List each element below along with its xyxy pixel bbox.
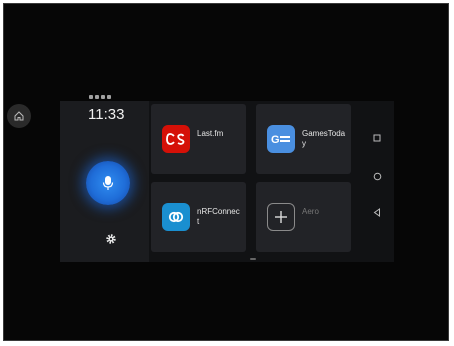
app-label: Aero	[302, 207, 319, 216]
svg-text:G: G	[271, 134, 280, 145]
status-icons-left	[89, 95, 111, 99]
app-label: GamesToday	[302, 129, 346, 148]
nav-bar	[362, 101, 394, 262]
voice-assistant-button[interactable]	[86, 161, 130, 205]
home-icon	[14, 111, 24, 121]
device-frame: 11:33 Last.fm G GamesToday nRFConnect Ae…	[3, 3, 449, 341]
app-tile-gamestoday[interactable]: G GamesToday	[256, 104, 351, 174]
car-screen: 11:33 Last.fm G GamesToday nRFConnect Ae…	[60, 101, 394, 262]
left-panel: 11:33	[60, 101, 149, 262]
settings-button[interactable]	[104, 232, 118, 246]
app-label: Last.fm	[197, 129, 224, 138]
nrfconnect-icon	[162, 203, 190, 231]
app-tile-nrfconnect[interactable]: nRFConnect	[151, 182, 246, 252]
app-tile-lastfm[interactable]: Last.fm	[151, 104, 246, 174]
side-home-button[interactable]	[7, 104, 31, 128]
app-label: nRFConnect	[197, 207, 240, 226]
nav-home-button[interactable]	[370, 169, 384, 183]
recents-button[interactable]	[370, 131, 384, 145]
app-tile-add[interactable]: Aero	[256, 182, 351, 252]
back-button[interactable]	[370, 205, 384, 219]
square-icon	[373, 134, 381, 142]
add-icon	[267, 203, 295, 231]
circle-icon	[373, 172, 381, 180]
microphone-icon	[102, 176, 114, 190]
lastfm-icon	[162, 125, 190, 153]
clock: 11:33	[88, 106, 125, 123]
gamestoday-icon: G	[267, 125, 295, 153]
triangle-back-icon	[373, 207, 380, 217]
gear-icon	[106, 234, 116, 244]
status-bar	[89, 93, 394, 101]
page-indicator	[250, 258, 256, 260]
